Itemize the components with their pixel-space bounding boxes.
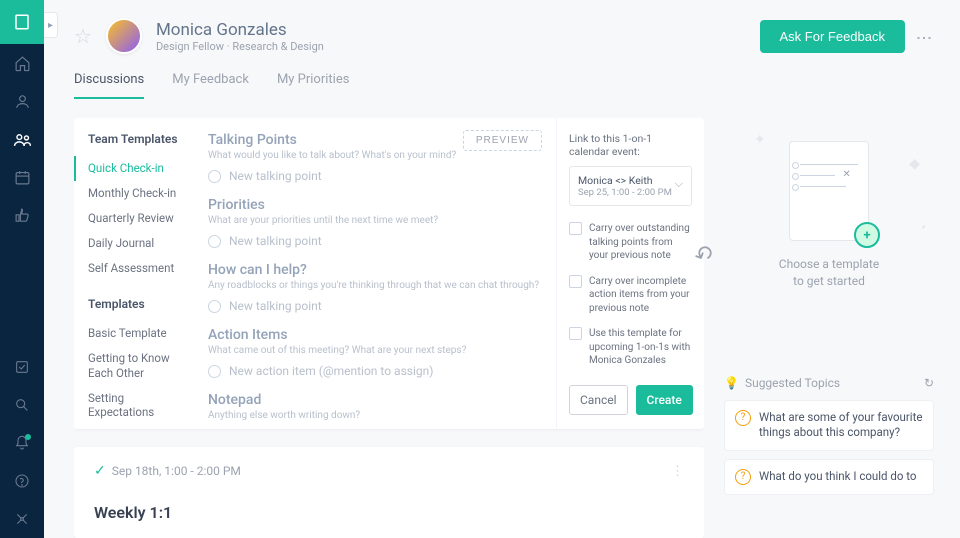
suggested-item[interactable]: ?What are some of your favourite things … [724,400,934,451]
note-card[interactable]: ✓Sep 18th, 1:00 - 2:00 PM ⋮ Weekly 1:1 [74,447,704,538]
suggested-topics: 💡 Suggested Topics ↻ ?What are some of y… [724,376,934,503]
tpl-quarterly-review[interactable]: Quarterly Review [74,206,192,231]
tpl-quick-checkin-2[interactable]: Quick Check-in [74,425,192,429]
more-icon[interactable]: ⋮ [671,464,684,479]
tpl-self-assessment[interactable]: Self Assessment [74,256,192,281]
link-panel: Link to this 1-on-1 calendar event: Moni… [556,118,704,429]
tpl-heading-team: Team Templates [88,132,192,146]
settings-icon[interactable] [0,500,44,538]
bell-icon[interactable] [0,424,44,462]
checkbox-carry-talking[interactable] [569,222,582,235]
section-title: Notepad [208,392,540,408]
event-name: Monica <> Keith [578,174,683,187]
thumbs-up-icon[interactable] [0,196,44,234]
checkbox-use-template[interactable] [569,327,582,340]
sidebar-toggle[interactable]: ▸ [44,12,58,38]
tabs: Discussions My Feedback My Priorities [74,72,934,100]
note-title: Weekly 1:1 [94,503,684,522]
tpl-basic[interactable]: Basic Template [74,321,192,346]
section-subtitle: Any roadblocks or things you're thinking… [208,280,540,291]
section-subtitle: What would you like to talk about? What'… [208,150,540,161]
circle-icon [208,235,221,248]
section-subtitle: What are your priorities until the next … [208,215,540,226]
app-logo[interactable] [0,0,44,44]
editor-card: Team Templates Quick Check-in Monthly Ch… [74,118,704,429]
empty-caption: Choose a templateto get started [724,256,934,290]
empty-state-illustration: ✦ ◆ • + ↺ [724,136,934,246]
question-icon: ? [735,469,751,485]
ask-feedback-button[interactable]: Ask For Feedback [760,20,906,53]
person-name: Monica Gonzales [156,20,324,40]
check-label: Carry over incomplete action items from … [589,275,692,316]
check-label: Carry over outstanding talking points fr… [589,222,692,263]
new-point-input[interactable]: New talking point [208,299,540,313]
user-icon[interactable] [0,82,44,120]
create-button[interactable]: Create [636,385,693,415]
section-subtitle: What came out of this meeting? What are … [208,345,540,356]
tpl-setting-expectations[interactable]: Setting Expectations [74,386,192,426]
main: ☆ Monica Gonzales Design Fellow · Resear… [44,0,960,538]
editor-body: PREVIEW Talking Points What would you li… [192,118,556,429]
tpl-getting-to-know[interactable]: Getting to Know Each Other [74,346,192,386]
tpl-quick-checkin[interactable]: Quick Check-in [74,156,192,181]
team-icon[interactable] [0,120,44,158]
tab-discussions[interactable]: Discussions [74,72,144,99]
suggested-heading: Suggested Topics [745,376,840,390]
section-subtitle: Anything else worth writing down? [208,410,540,421]
header: ☆ Monica Gonzales Design Fellow · Resear… [44,0,960,100]
template-sidebar: Team Templates Quick Check-in Monthly Ch… [74,118,192,429]
section-title: Action Items [208,327,540,343]
section-title: How can I help? [208,262,540,278]
new-point-input[interactable]: New talking point [208,169,540,183]
tpl-heading-other: Templates [88,297,192,311]
circle-icon [208,365,221,378]
nav-rail [0,0,44,538]
tpl-daily-journal[interactable]: Daily Journal [74,231,192,256]
event-dropdown[interactable]: Monica <> Keith Sep 25, 1:00 - 2:00 PM [569,166,692,206]
tab-my-feedback[interactable]: My Feedback [172,72,249,99]
note-date: ✓Sep 18th, 1:00 - 2:00 PM [94,463,241,479]
checklist-icon[interactable] [0,348,44,386]
check-label: Use this template for upcoming 1-on-1s w… [589,327,692,368]
refresh-icon[interactable]: ↻ [924,376,934,390]
tpl-monthly-checkin[interactable]: Monthly Check-in [74,181,192,206]
suggested-item[interactable]: ?What do you think I could do to [724,459,934,495]
more-icon[interactable]: ⋮ [915,30,934,43]
avatar[interactable] [106,18,142,54]
link-label: Link to this 1-on-1 calendar event: [569,132,692,158]
lightbulb-icon: 💡 [724,376,739,390]
check-icon: ✓ [94,463,106,479]
event-time: Sep 25, 1:00 - 2:00 PM [578,187,683,198]
circle-icon [208,300,221,313]
question-icon: ? [735,410,751,426]
tab-my-priorities[interactable]: My Priorities [277,72,350,99]
cancel-button[interactable]: Cancel [569,385,628,415]
help-icon[interactable] [0,462,44,500]
new-action-input[interactable]: New action item (@mention to assign) [208,364,540,378]
section-title: Priorities [208,197,540,213]
new-point-input[interactable]: New talking point [208,234,540,248]
plus-icon: + [854,222,880,248]
circle-icon [208,170,221,183]
calendar-icon[interactable] [0,158,44,196]
search-icon[interactable] [0,386,44,424]
right-col: ✦ ◆ • + ↺ Choose a templateto get starte… [724,118,934,538]
preview-button[interactable]: PREVIEW [463,130,542,151]
person-role: Design Fellow · Research & Design [156,40,324,53]
checkbox-carry-actions[interactable] [569,275,582,288]
star-icon[interactable]: ☆ [74,24,92,48]
home-icon[interactable] [0,44,44,82]
